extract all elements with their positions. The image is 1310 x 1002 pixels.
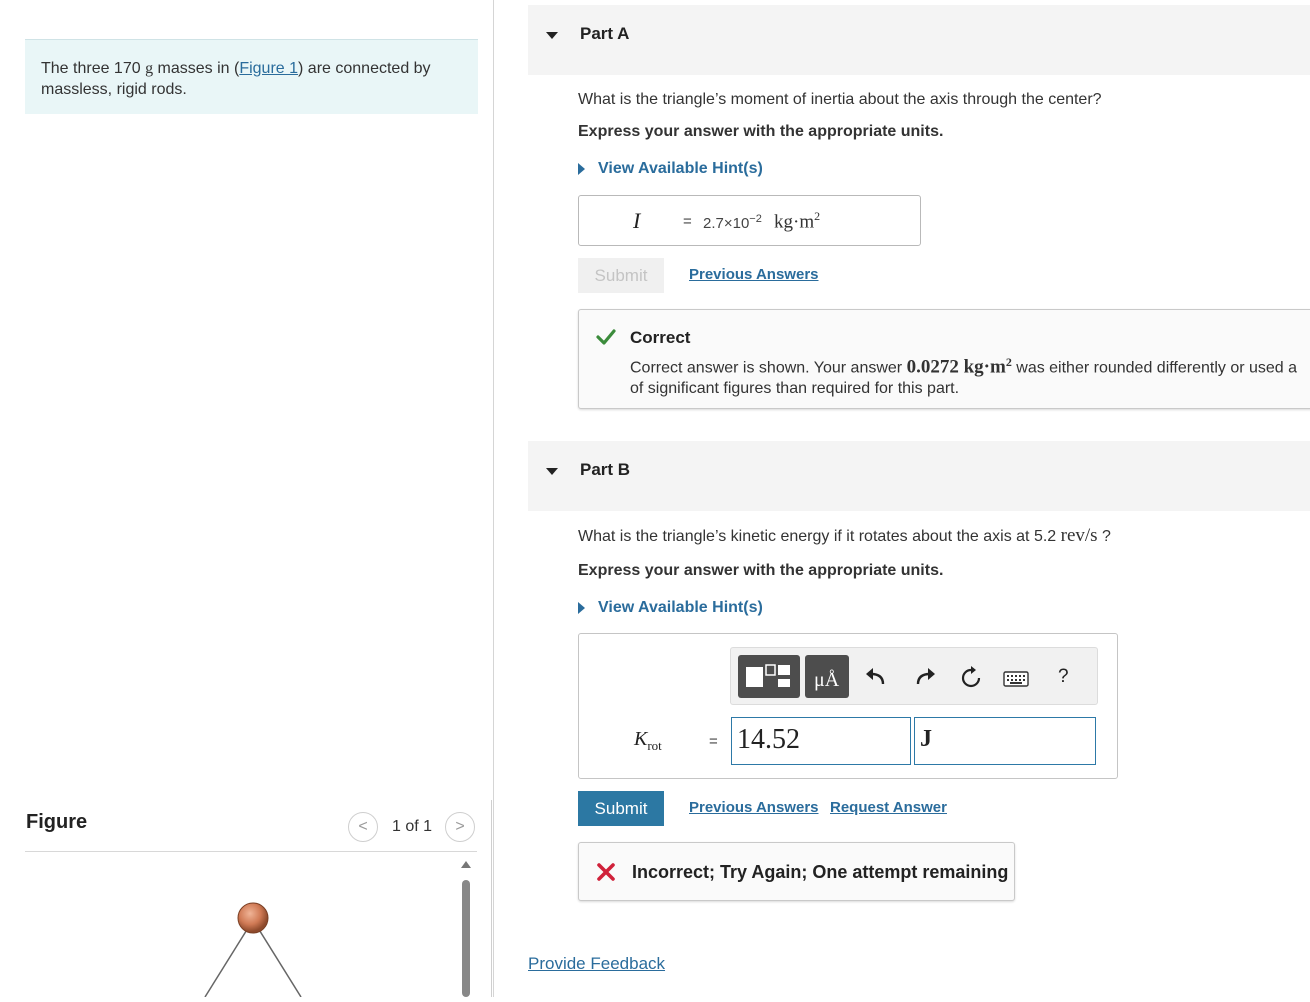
part-a-submit-button[interactable]: Submit [578, 258, 664, 293]
feedback-status: Incorrect; Try Again; One attempt remain… [632, 862, 1009, 882]
figure-next-button[interactable]: > [445, 812, 475, 842]
part-a-feedback: Correct Correct answer is shown. Your an… [578, 309, 1310, 409]
check-icon [596, 329, 616, 345]
provide-feedback-link[interactable]: Provide Feedback [528, 954, 665, 974]
part-a-instruction: Express your answer with the appropriate… [578, 123, 944, 140]
figure-divider [491, 800, 492, 997]
part-a-header[interactable]: Part A [528, 5, 1310, 75]
answer-unit: kg·m2 [774, 209, 821, 233]
figure-header: Figure < 1 of 1 > [25, 806, 477, 852]
part-b-header[interactable]: Part B [528, 441, 1310, 511]
problem-intro: The three 170 g masses in (Figure 1) are… [25, 39, 478, 114]
part-b-hint-link[interactable]: View Available Hint(s) [578, 599, 763, 617]
part-b-hint-label: View Available Hint(s) [598, 599, 763, 616]
answer-variable: Krot [634, 728, 662, 753]
figure-title: Figure [26, 811, 88, 833]
math-toolbar: μÅ ? [730, 647, 1098, 705]
feedback-message: Correct answer is shown. Your answer 0.0… [630, 355, 1298, 398]
part-a-previous-answers-link[interactable]: Previous Answers [689, 266, 819, 283]
pane-divider [493, 0, 494, 997]
part-a-hint-link[interactable]: View Available Hint(s) [578, 160, 763, 178]
intro-text-1: The three 170 [41, 60, 146, 77]
answer-value: 2.7×10−2 [703, 213, 762, 232]
redo-icon[interactable] [914, 667, 936, 687]
reset-icon[interactable] [959, 666, 983, 690]
answer-equals: = [683, 213, 692, 230]
part-a-answer-display: I = 2.7×10−2 kg·m2 [578, 195, 921, 246]
caret-right-icon [578, 163, 585, 175]
part-b-instruction: Express your answer with the appropriate… [578, 562, 944, 579]
collapse-caret-icon [546, 32, 558, 39]
request-answer-link[interactable]: Request Answer [830, 799, 947, 816]
value-input[interactable]: 14.52 [731, 717, 911, 765]
units-icon[interactable]: μÅ [805, 655, 849, 698]
part-a-hint-label: View Available Hint(s) [598, 160, 763, 177]
answer-equals: = [709, 733, 718, 750]
part-b-question: What is the triangle’s kinetic energy if… [578, 525, 1111, 546]
figure-scrollbar[interactable] [460, 860, 472, 997]
unit-input[interactable]: J [914, 717, 1096, 765]
undo-icon[interactable] [865, 667, 887, 687]
feedback-status: Correct [630, 328, 691, 347]
part-b-title: Part B [580, 460, 631, 479]
keyboard-icon[interactable] [1003, 670, 1029, 688]
collapse-caret-icon [546, 468, 558, 475]
intro-text-2: masses in ( [153, 60, 240, 77]
caret-right-icon [578, 602, 585, 614]
help-icon[interactable]: ? [1058, 666, 1069, 688]
part-b-feedback: Incorrect; Try Again; One attempt remain… [578, 842, 1015, 901]
figure-canvas [25, 858, 465, 997]
part-b-answer-panel: μÅ ? Krot = 14.52 J [578, 633, 1118, 779]
part-a-title: Part A [580, 24, 630, 43]
part-b-previous-answers-link[interactable]: Previous Answers [689, 799, 819, 816]
figure-prev-button[interactable]: < [348, 812, 378, 842]
templates-icon[interactable] [738, 655, 800, 698]
figure-link[interactable]: Figure 1 [239, 60, 298, 77]
figure-pager: 1 of 1 [392, 818, 433, 835]
intro-unit: g [145, 60, 154, 77]
part-a-question: What is the triangle’s moment of inertia… [578, 91, 1102, 108]
triangle-masses-figure [204, 902, 302, 997]
part-b-submit-button[interactable]: Submit [578, 791, 664, 826]
answer-variable: I [633, 208, 641, 233]
x-icon [597, 863, 615, 881]
mass-top [237, 902, 269, 934]
